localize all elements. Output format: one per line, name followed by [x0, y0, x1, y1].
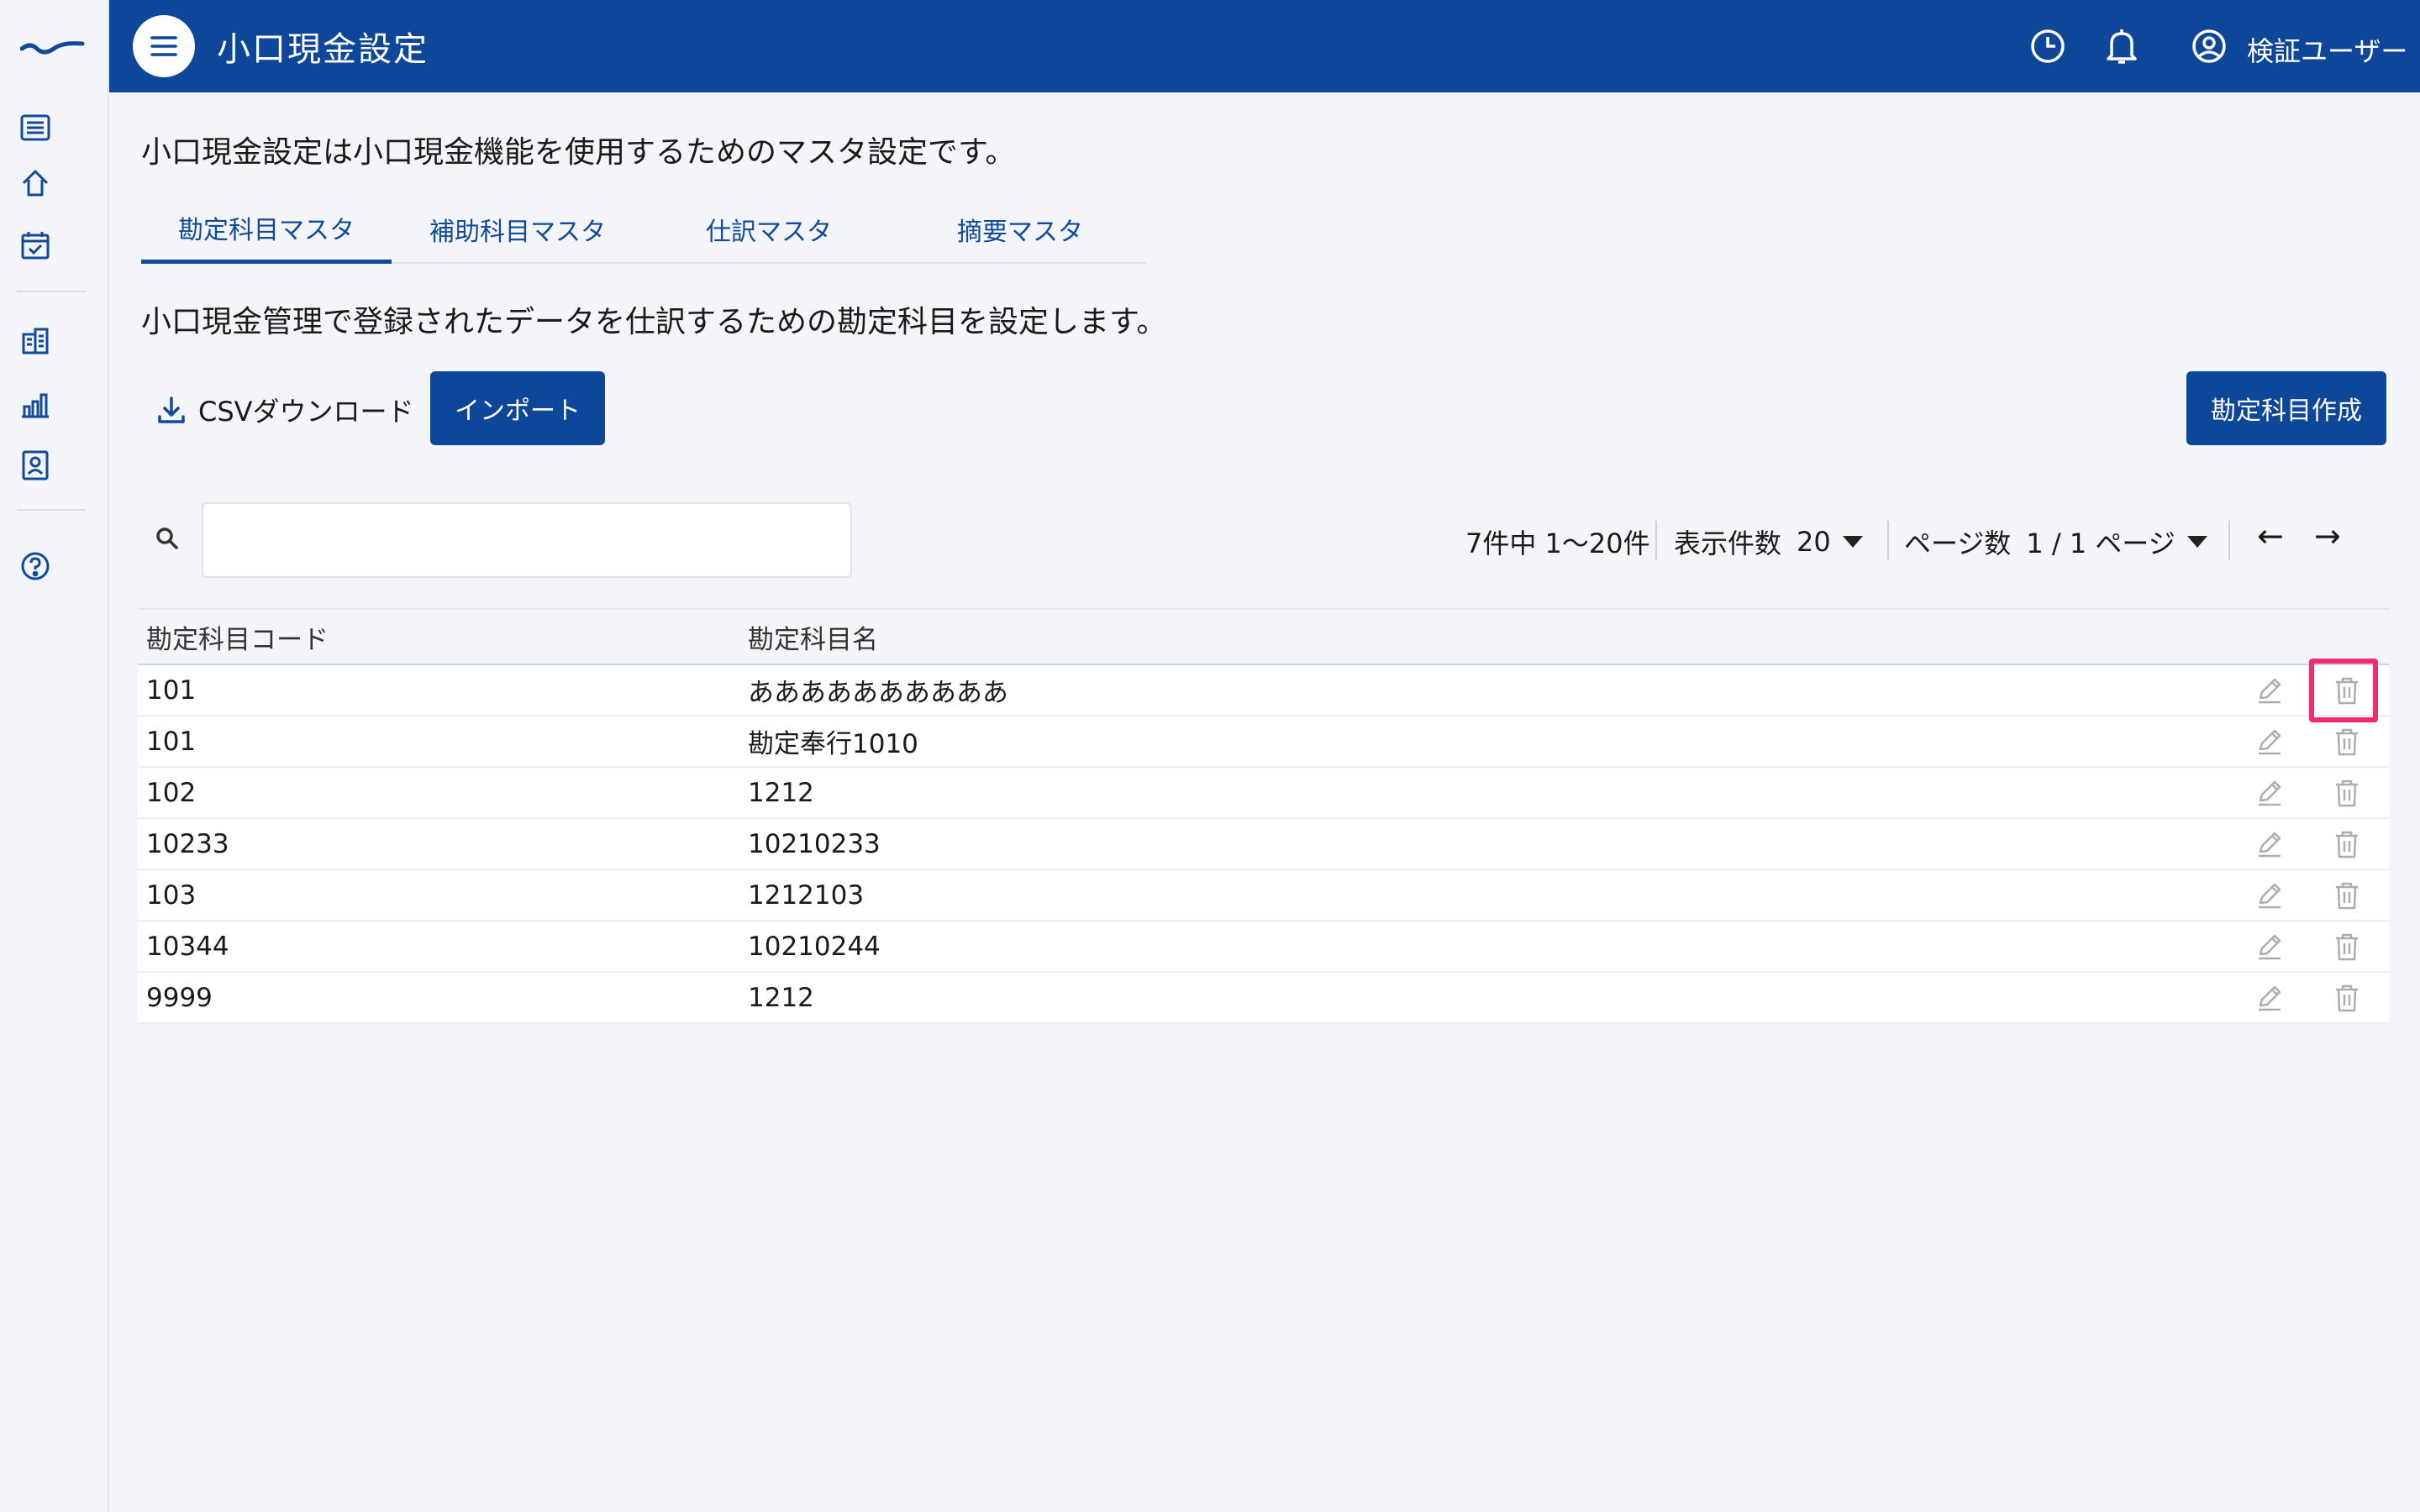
rail-divider	[17, 291, 86, 292]
bar-chart-icon[interactable]	[17, 386, 54, 423]
table-row[interactable]: 101 ああああああああああ	[138, 665, 2390, 717]
account-code-cell: 10233	[146, 828, 229, 859]
per-page-value: 20	[1797, 526, 1831, 558]
history-clock-icon[interactable]	[2027, 25, 2069, 67]
tab-sub-account-master[interactable]: 補助科目マスタ	[392, 195, 644, 264]
help-icon[interactable]	[17, 548, 54, 585]
download-icon	[156, 395, 187, 425]
column-header-name[interactable]: 勘定科目名	[748, 610, 878, 664]
account-name-cell: 勘定奉行1010	[748, 729, 918, 759]
record-count: 7件中 1〜20件	[1465, 528, 1650, 559]
side-rail	[0, 0, 109, 1512]
search-icon	[155, 526, 180, 554]
trash-icon[interactable]	[2328, 717, 2366, 766]
search-input[interactable]	[202, 502, 852, 578]
edit-pencil-icon[interactable]	[2250, 973, 2289, 1022]
chevron-down-icon	[1842, 536, 1863, 548]
tab-journal-master[interactable]: 仕訳マスタ	[644, 195, 894, 264]
rail-divider	[17, 509, 86, 511]
csv-download-button[interactable]: CSVダウンロード	[156, 380, 414, 440]
section-description: 小口現金管理で登録されたデータを仕訳するための勘定科目を設定します。	[141, 305, 1167, 339]
bell-icon[interactable]	[2101, 25, 2143, 67]
account-code-cell: 101	[146, 726, 197, 757]
account-name-cell: ああああああああああ	[748, 678, 1008, 708]
import-button[interactable]: インポート	[430, 371, 605, 445]
table-row[interactable]: 102 1212	[138, 768, 2390, 819]
page-select[interactable]: ページ数 1 / 1 ページ	[1904, 521, 2207, 563]
table-header: 勘定科目コード 勘定科目名	[138, 608, 2390, 665]
tab-summary-master[interactable]: 摘要マスタ	[894, 195, 1146, 264]
column-header-code[interactable]: 勘定科目コード	[146, 610, 329, 664]
trash-icon[interactable]	[2328, 665, 2366, 715]
account-code-cell: 10344	[146, 931, 229, 962]
prev-page-button[interactable]: ←	[2257, 517, 2284, 554]
building-icon[interactable]	[17, 323, 54, 360]
account-name-cell: 1212	[748, 982, 814, 1013]
account-code-cell: 102	[146, 777, 197, 808]
trash-icon[interactable]	[2328, 870, 2366, 920]
account-name-cell: 1212103	[748, 879, 865, 911]
account-code-cell: 9999	[146, 982, 213, 1013]
pager-divider	[1887, 521, 1889, 559]
table-body: 101 ああああああああああ 101 勘定奉行1010 102 1212 102…	[138, 665, 2390, 1024]
menu-icon[interactable]	[133, 15, 195, 77]
table-row[interactable]: 103 1212103	[138, 870, 2390, 921]
per-page-select[interactable]: 表示件数 20	[1674, 521, 1863, 563]
calendar-check-icon[interactable]	[17, 227, 54, 264]
master-tabs: 勘定科目マスタ 補助科目マスタ 仕訳マスタ 摘要マスタ	[141, 195, 1146, 264]
create-account-button[interactable]: 勘定科目作成	[2186, 371, 2386, 445]
home-icon[interactable]	[17, 165, 54, 202]
edit-pencil-icon[interactable]	[2250, 768, 2289, 817]
account-table: 勘定科目コード 勘定科目名 101 ああああああああああ 101 勘定奉行101…	[138, 608, 2390, 1024]
page-title: 小口現金設定	[217, 30, 429, 69]
id-badge-icon[interactable]	[17, 447, 54, 484]
list-icon[interactable]	[17, 109, 54, 146]
table-row[interactable]: 10233 10210233	[138, 819, 2390, 870]
page-value: 1 / 1 ページ	[2026, 528, 2175, 559]
user-name[interactable]: 検証ユーザー	[2247, 30, 2407, 69]
tab-account-master[interactable]: 勘定科目マスタ	[141, 195, 392, 264]
edit-pencil-icon[interactable]	[2250, 819, 2289, 869]
account-code-cell: 103	[146, 879, 197, 911]
pager-divider	[1655, 521, 1657, 559]
per-page-label: 表示件数	[1674, 528, 1782, 559]
account-name-cell: 1212	[748, 777, 814, 808]
next-page-button[interactable]: →	[2314, 517, 2341, 554]
trash-icon[interactable]	[2328, 768, 2366, 817]
pager-divider	[2228, 521, 2230, 559]
table-row[interactable]: 9999 1212	[138, 973, 2390, 1024]
table-row[interactable]: 10344 10210244	[138, 921, 2390, 973]
top-app-bar: 小口現金設定 検証ユーザー	[109, 0, 2420, 92]
edit-pencil-icon[interactable]	[2250, 921, 2289, 971]
trash-icon[interactable]	[2328, 819, 2366, 869]
edit-pencil-icon[interactable]	[2250, 870, 2289, 920]
edit-pencil-icon[interactable]	[2250, 665, 2289, 715]
account-code-cell: 101	[146, 675, 197, 706]
brand-logo[interactable]	[19, 30, 87, 64]
user-circle-icon[interactable]	[2188, 25, 2230, 67]
page-label: ページ数	[1904, 528, 2012, 559]
table-row[interactable]: 101 勘定奉行1010	[138, 717, 2390, 768]
intro-text: 小口現金設定は小口現金機能を使用するためのマスタ設定です。	[141, 135, 1016, 170]
csv-download-label: CSVダウンロード	[198, 396, 414, 428]
account-name-cell: 10210244	[748, 931, 881, 962]
edit-pencil-icon[interactable]	[2250, 717, 2289, 766]
trash-icon[interactable]	[2328, 921, 2366, 971]
chevron-down-icon	[2186, 536, 2207, 548]
app-root: 小口現金設定 検証ユーザー 小口現金設定は小口現金機能を使用するためのマスタ設定…	[0, 0, 2420, 1512]
account-name-cell: 10210233	[748, 828, 881, 859]
trash-icon[interactable]	[2328, 973, 2366, 1022]
